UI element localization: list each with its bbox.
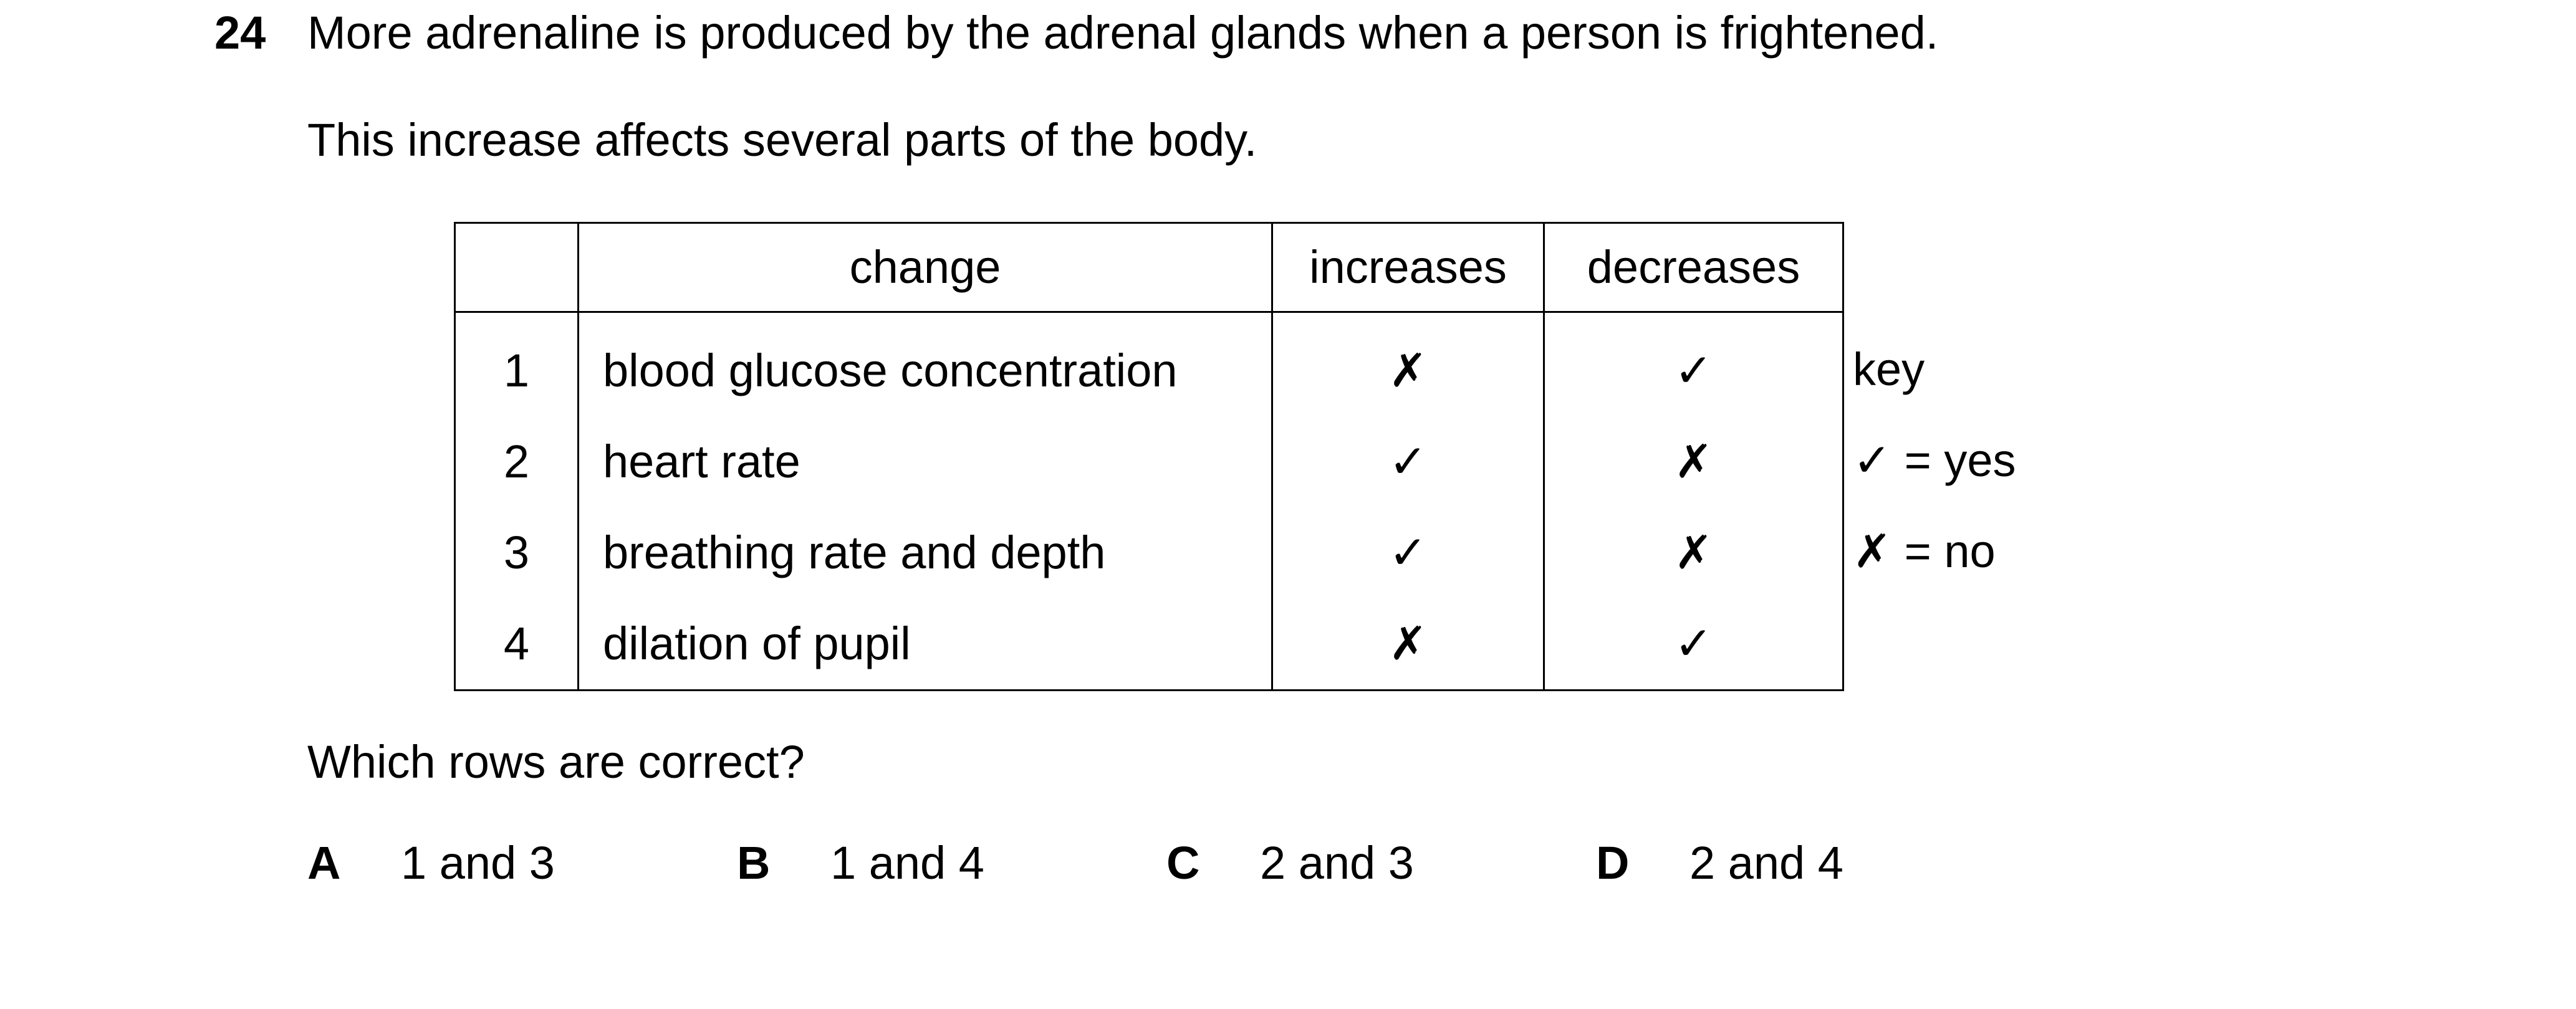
row-number: 1	[454, 312, 579, 416]
option-a[interactable]: A 1 and 3	[307, 835, 555, 891]
row-number: 3	[454, 507, 579, 598]
changes-table: change increases decreases 1 blood gluco…	[454, 222, 1844, 691]
cross-icon: ✗	[1543, 416, 1844, 507]
row-change: breathing rate and depth	[577, 507, 1273, 598]
question-number: 24	[214, 7, 266, 59]
table-row: 1 blood glucose concentration ✗ ✓	[454, 312, 1844, 416]
option-letter: D	[1596, 837, 1630, 889]
tick-icon: ✓	[1543, 312, 1844, 416]
option-text: 2 and 3	[1260, 837, 1414, 889]
option-text: 1 and 4	[830, 837, 984, 889]
key-no: ✗ = no	[1853, 525, 1996, 577]
table-row: 3 breathing rate and depth ✓ ✗	[454, 507, 1844, 598]
exam-page: 24 More adrenaline is produced by the ad…	[0, 0, 2576, 1009]
header-change: change	[577, 222, 1273, 313]
option-d[interactable]: D 2 and 4	[1596, 835, 1843, 891]
header-number	[454, 222, 579, 313]
tick-icon: ✓	[1271, 507, 1545, 598]
option-text: 2 and 4	[1689, 837, 1843, 889]
question-stem-line-1: More adrenaline is produced by the adren…	[307, 7, 1939, 59]
header-increases: increases	[1271, 222, 1545, 313]
row-change: dilation of pupil	[577, 598, 1273, 691]
tick-icon: ✓	[1543, 598, 1844, 691]
option-letter: B	[737, 837, 771, 889]
tick-icon: ✓	[1271, 416, 1545, 507]
option-text: 1 and 3	[401, 837, 555, 889]
cross-icon: ✗	[1271, 312, 1545, 416]
option-letter: C	[1166, 837, 1200, 889]
key-title: key	[1853, 343, 1925, 395]
question-prompt: Which rows are correct?	[307, 736, 805, 788]
row-number: 2	[454, 416, 579, 507]
table-row: 2 heart rate ✓ ✗	[454, 416, 1844, 507]
option-letter: A	[307, 837, 341, 889]
row-change: blood glucose concentration	[577, 312, 1273, 416]
cross-icon: ✗	[1271, 598, 1545, 691]
option-b[interactable]: B 1 and 4	[737, 835, 984, 891]
cross-icon: ✗	[1543, 507, 1844, 598]
header-decreases: decreases	[1543, 222, 1844, 313]
table-header-row: change increases decreases	[454, 222, 1844, 313]
row-number: 4	[454, 598, 579, 691]
option-c[interactable]: C 2 and 3	[1166, 835, 1414, 891]
question-stem-line-2: This increase affects several parts of t…	[307, 114, 1257, 166]
table-row: 4 dilation of pupil ✗ ✓	[454, 598, 1844, 691]
row-change: heart rate	[577, 416, 1273, 507]
key-yes: ✓ = yes	[1853, 434, 2016, 486]
